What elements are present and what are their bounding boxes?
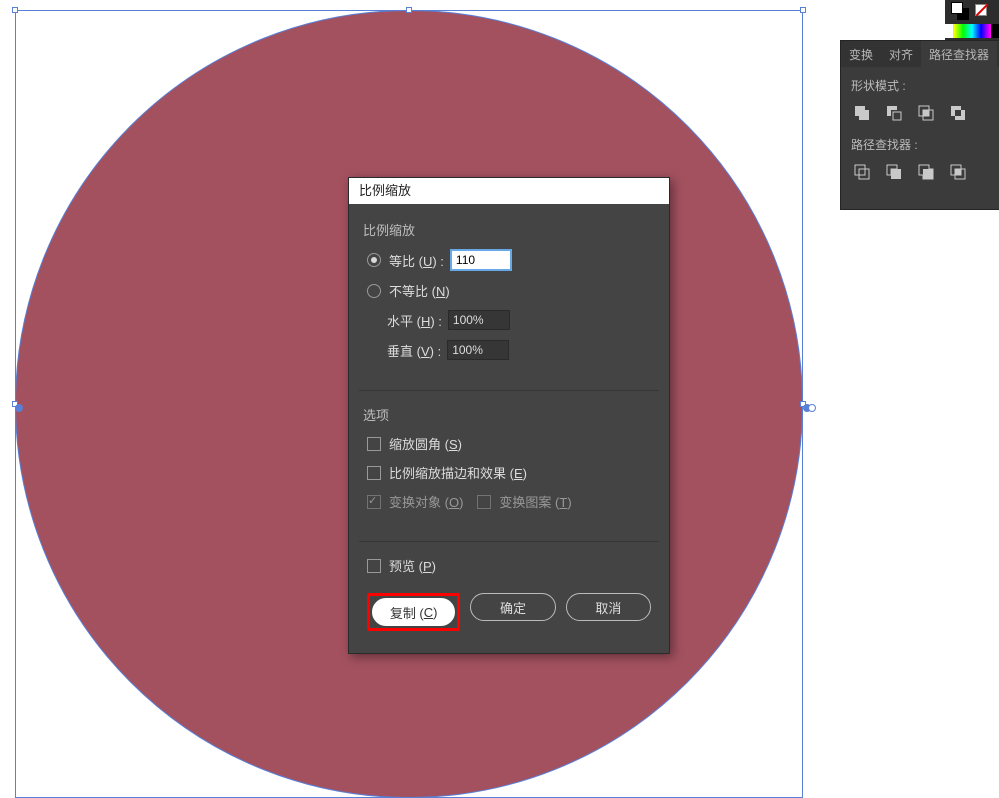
horizontal-hotkey: H <box>421 314 430 329</box>
panel-tabs: 变换 对齐 路径查找器 <box>841 41 999 67</box>
divide-icon[interactable] <box>851 161 873 183</box>
trim-icon[interactable] <box>883 161 905 183</box>
tab-align[interactable]: 对齐 <box>881 41 921 67</box>
transform-objects-pre: 变换对象 ( <box>389 495 449 510</box>
pathfinder-row <box>851 161 989 183</box>
horizontal-label-pre: 水平 ( <box>387 314 421 329</box>
handle-top-right[interactable] <box>800 7 806 13</box>
options-section-title: 选项 <box>363 405 655 424</box>
transform-objects-check <box>367 495 381 509</box>
horizontal-label: 水平 (H) : <box>387 311 442 330</box>
nonuniform-hotkey: N <box>436 284 445 299</box>
uniform-label-pre: 等比 ( <box>389 254 423 269</box>
vertical-label: 垂直 (V) : <box>387 341 441 360</box>
unite-icon[interactable] <box>851 102 873 124</box>
preview-hotkey: P <box>423 559 432 574</box>
pathfinder-panel: 变换 对齐 路径查找器 形状模式 : 路径查找器 : <box>840 40 999 210</box>
scale-corners-post: ) <box>458 437 462 452</box>
crop-icon[interactable] <box>947 161 969 183</box>
vertical-label-post: ) : <box>430 344 442 359</box>
handle-top[interactable] <box>406 7 412 13</box>
copy-button[interactable]: 复制 (C) <box>372 598 455 626</box>
transform-patterns-post: ) <box>567 495 571 510</box>
highlight-box: 复制 (C) <box>367 593 460 631</box>
transform-patterns-label: 变换图案 (T) <box>499 492 571 511</box>
handle-top-left[interactable] <box>12 7 18 13</box>
anchor-left[interactable] <box>15 404 23 412</box>
scale-strokes-pre: 比例缩放描边和效果 ( <box>389 466 514 481</box>
horizontal-label-post: ) : <box>430 314 442 329</box>
divider <box>359 390 659 391</box>
nonuniform-radio[interactable] <box>367 284 381 298</box>
preview-pre: 预览 ( <box>389 559 423 574</box>
minus-front-icon[interactable] <box>883 102 905 124</box>
uniform-label[interactable]: 等比 (U) : <box>389 251 444 270</box>
transform-objects-hotkey: O <box>449 495 459 510</box>
intersect-icon[interactable] <box>915 102 937 124</box>
transform-objects-label: 变换对象 (O) <box>389 492 463 511</box>
uniform-hotkey: U <box>423 254 432 269</box>
nonuniform-label[interactable]: 不等比 (N) <box>389 281 450 300</box>
merge-icon[interactable] <box>915 161 937 183</box>
preview-post: ) <box>432 559 436 574</box>
nonuniform-label-pre: 不等比 ( <box>389 284 436 299</box>
scale-corners-pre: 缩放圆角 ( <box>389 437 449 452</box>
copy-button-post: ) <box>433 605 437 620</box>
scale-corners-check[interactable] <box>367 437 381 451</box>
copy-button-pre: 复制 ( <box>390 603 424 622</box>
tab-transform[interactable]: 变换 <box>841 41 881 67</box>
scale-strokes-check[interactable] <box>367 466 381 480</box>
uniform-value-input[interactable] <box>450 249 512 271</box>
transform-objects-post: ) <box>459 495 463 510</box>
anchor-right-outer[interactable] <box>808 404 816 412</box>
uniform-radio[interactable] <box>367 253 381 267</box>
cancel-button[interactable]: 取消 <box>566 593 651 621</box>
shape-mode-row <box>851 102 989 124</box>
copy-button-hotkey: C <box>424 605 433 620</box>
pathfinders-label: 路径查找器 : <box>851 136 989 153</box>
fill-swatch[interactable] <box>951 2 963 14</box>
shape-modes-label: 形状模式 : <box>851 77 989 94</box>
nonuniform-label-post: ) <box>445 284 449 299</box>
color-spectrum[interactable] <box>945 24 999 38</box>
uniform-label-post: ) : <box>432 254 444 269</box>
dialog-title: 比例缩放 <box>349 178 669 204</box>
divider-2 <box>359 541 659 542</box>
exclude-icon[interactable] <box>947 102 969 124</box>
scale-strokes-label[interactable]: 比例缩放描边和效果 (E) <box>389 463 527 482</box>
vertical-hotkey: V <box>421 344 430 359</box>
none-swatch-icon[interactable] <box>975 4 987 16</box>
horizontal-value-input[interactable] <box>448 310 510 330</box>
scale-section-title: 比例缩放 <box>363 220 655 239</box>
preview-label[interactable]: 预览 (P) <box>389 556 436 575</box>
transform-patterns-pre: 变换图案 ( <box>499 495 559 510</box>
vertical-value-input[interactable] <box>447 340 509 360</box>
scale-dialog: 比例缩放 比例缩放 等比 (U) : 不等比 (N) 水平 (H) : <box>348 177 670 654</box>
vertical-label-pre: 垂直 ( <box>387 344 421 359</box>
scale-strokes-post: ) <box>523 466 527 481</box>
scale-corners-hotkey: S <box>449 437 458 452</box>
tab-pathfinder[interactable]: 路径查找器 <box>921 41 997 67</box>
scale-corners-label[interactable]: 缩放圆角 (S) <box>389 434 462 453</box>
scale-strokes-hotkey: E <box>514 466 523 481</box>
preview-check[interactable] <box>367 559 381 573</box>
fill-stroke-swatch[interactable] <box>951 2 971 22</box>
transform-patterns-check <box>477 495 491 509</box>
color-panel-mini <box>945 0 999 40</box>
ok-button[interactable]: 确定 <box>470 593 555 621</box>
